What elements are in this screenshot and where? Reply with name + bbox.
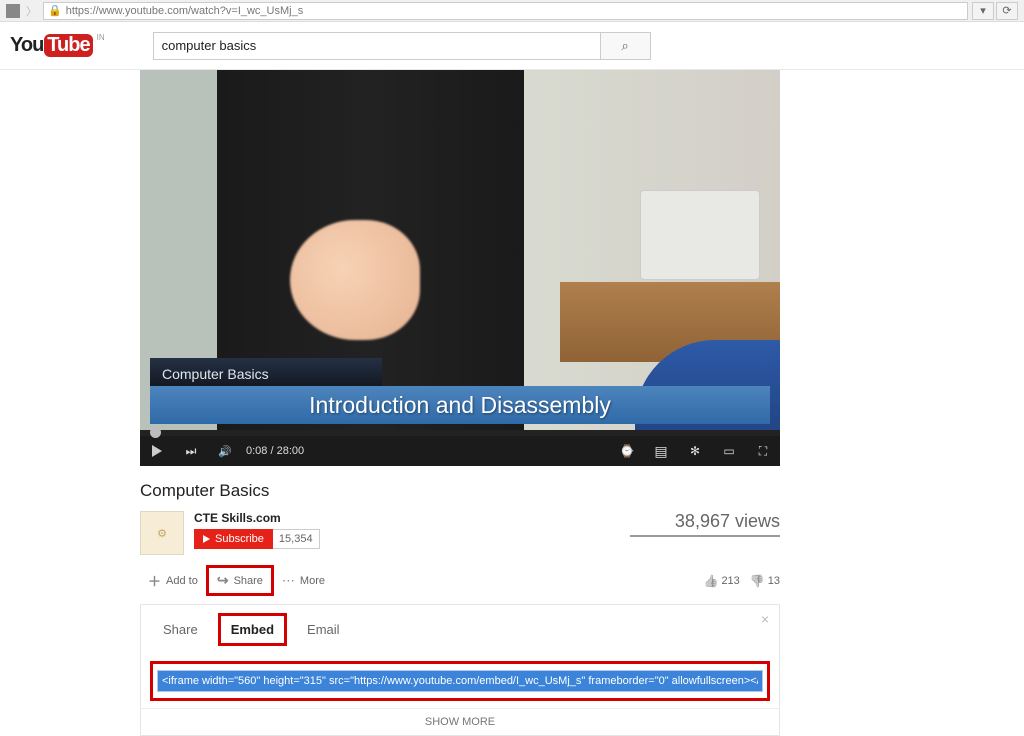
gear-icon — [690, 444, 700, 458]
dropdown-history-button[interactable]: ▾ — [972, 2, 994, 20]
like-count: 213 — [721, 575, 739, 587]
search-icon — [621, 37, 628, 55]
action-bar: Add to Share More 213 13 — [140, 565, 780, 596]
thumbs-down-icon — [750, 574, 765, 588]
current-time: 0:08 — [246, 445, 267, 457]
playlist-button[interactable] — [644, 436, 678, 466]
play-icon — [152, 445, 162, 457]
subscribe-label: Subscribe — [215, 533, 264, 545]
share-label: Share — [234, 575, 263, 587]
lock-icon: 🔒 — [48, 4, 62, 17]
theater-icon — [723, 444, 734, 458]
channel-name[interactable]: CTE Skills.com — [194, 511, 630, 525]
view-count: 38,967 views — [630, 511, 780, 532]
tab-share[interactable]: Share — [153, 616, 208, 643]
time-display: 0:08 / 28:00 — [246, 445, 304, 457]
add-to-label: Add to — [166, 575, 198, 587]
sentiment-bar — [630, 535, 780, 537]
video-player: Computer Basics Introduction and Disasse… — [140, 70, 780, 466]
subscriber-count: 15,354 — [273, 529, 320, 549]
search-input[interactable] — [153, 32, 601, 60]
show-more-button[interactable]: SHOW MORE — [141, 708, 779, 735]
share-icon — [217, 572, 229, 589]
subscribe-play-icon — [203, 535, 210, 543]
search-button[interactable] — [601, 32, 651, 60]
reload-button[interactable]: ⟳ — [996, 2, 1018, 20]
url-bar[interactable]: 🔒 https://www.youtube.com/watch?v=I_wc_U… — [43, 2, 968, 20]
tab-email[interactable]: Email — [297, 616, 350, 643]
player-controls: 0:08 / 28:00 — [140, 436, 780, 466]
nav-arrow-icon: 〉 — [26, 3, 37, 19]
like-button[interactable]: 213 — [703, 574, 739, 588]
fullscreen-button[interactable] — [746, 436, 780, 466]
thumbs-up-icon — [703, 574, 718, 588]
dislike-button[interactable]: 13 — [750, 574, 780, 588]
tab-favicon — [6, 4, 20, 18]
fullscreen-icon — [759, 444, 767, 459]
scene-printer — [640, 190, 760, 280]
settings-button[interactable] — [678, 436, 712, 466]
watch-later-icon — [620, 444, 635, 458]
yt-header: You Tube IN — [0, 22, 1024, 70]
channel-avatar[interactable]: ⚙ — [140, 511, 184, 555]
progress-bar[interactable] — [140, 430, 780, 436]
more-label: More — [300, 575, 325, 587]
logo-text-tube: Tube — [44, 34, 92, 57]
progress-scrubber[interactable] — [150, 427, 161, 438]
video-title: Computer Basics — [140, 481, 780, 501]
video-overlay-big-banner: Introduction and Disassembly — [150, 386, 770, 424]
more-icon — [282, 573, 295, 589]
search-form — [153, 32, 651, 60]
video-display[interactable]: Computer Basics Introduction and Disasse… — [140, 70, 780, 430]
close-panel-button[interactable]: × — [761, 611, 769, 627]
youtube-logo[interactable]: You Tube IN — [10, 34, 93, 57]
browser-address-bar: 〉 🔒 https://www.youtube.com/watch?v=I_wc… — [0, 0, 1024, 22]
theater-mode-button[interactable] — [712, 436, 746, 466]
logo-region: IN — [97, 33, 105, 42]
share-tabs: Share Embed Email — [141, 605, 779, 654]
overlay-small-text: Computer Basics — [150, 366, 269, 382]
subscribe-button[interactable]: Subscribe — [194, 529, 273, 549]
embed-code-highlight — [150, 661, 770, 701]
play-button[interactable] — [140, 436, 174, 466]
volume-icon — [218, 445, 232, 458]
duration: 28:00 — [277, 445, 305, 457]
next-icon — [186, 444, 197, 459]
logo-text-you: You — [10, 34, 43, 57]
tab-embed[interactable]: Embed — [218, 613, 287, 646]
watch-later-button[interactable] — [610, 436, 644, 466]
volume-button[interactable] — [208, 436, 242, 466]
embed-code-input[interactable] — [157, 670, 763, 692]
overlay-big-text: Introduction and Disassembly — [309, 392, 611, 419]
share-button[interactable]: Share — [206, 565, 274, 596]
plus-icon — [148, 571, 161, 590]
playlist-icon — [654, 443, 667, 460]
share-panel: × Share Embed Email SHOW MORE — [140, 604, 780, 736]
dislike-count: 13 — [768, 575, 780, 587]
more-button[interactable]: More — [274, 569, 333, 593]
url-text: https://www.youtube.com/watch?v=I_wc_UsM… — [66, 5, 304, 17]
add-to-button[interactable]: Add to — [140, 567, 206, 594]
next-button[interactable] — [174, 436, 208, 466]
scene-hand — [290, 220, 420, 340]
